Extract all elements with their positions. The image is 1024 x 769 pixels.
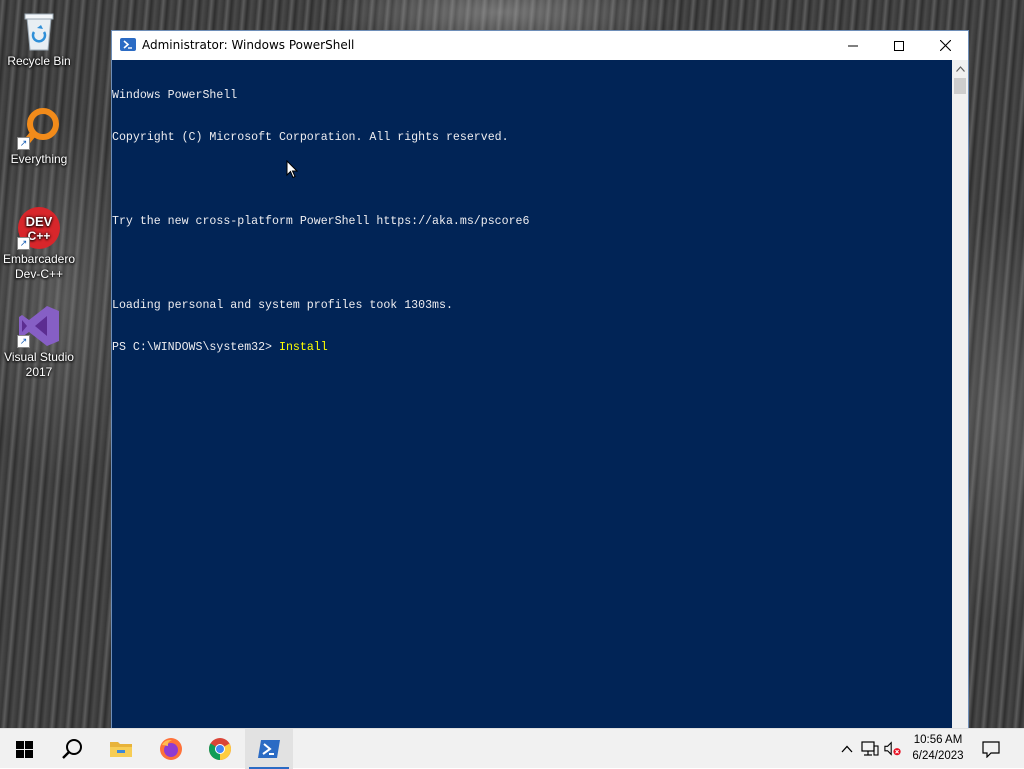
file-explorer-icon <box>110 742 132 757</box>
scroll-thumb[interactable] <box>954 78 966 94</box>
svg-text:DEV: DEV <box>26 214 53 229</box>
volume-muted-icon <box>884 741 901 756</box>
desktop-icon-label: Recycle Bin <box>7 54 71 68</box>
chevron-up-icon <box>955 65 965 72</box>
clock-time: 10:56 AM <box>913 734 963 746</box>
console-command: Install <box>278 341 328 354</box>
visual-studio-icon: ↗ <box>17 304 61 348</box>
powershell-window[interactable]: Administrator: Windows PowerShell Window… <box>111 30 969 728</box>
powershell-icon <box>120 38 136 51</box>
notification-icon <box>982 741 1000 758</box>
close-icon <box>939 40 951 51</box>
console-prompt-line[interactable]: PS C:\WINDOWS\system32> Install <box>112 341 952 355</box>
console-line: Windows PowerShell <box>112 89 238 102</box>
maximize-button[interactable] <box>876 31 922 60</box>
minimize-button[interactable] <box>830 31 876 60</box>
desktop-icon-label: Visual Studio 2017 <box>4 350 74 379</box>
file-explorer-button[interactable] <box>97 729 145 769</box>
recycle-bin-icon <box>17 8 61 52</box>
start-button[interactable] <box>0 729 48 769</box>
window-titlebar[interactable]: Administrator: Windows PowerShell <box>112 31 968 60</box>
svg-text:C++: C++ <box>28 229 51 243</box>
minimize-icon <box>848 45 858 46</box>
window-title: Administrator: Windows PowerShell <box>142 38 355 52</box>
windows-start-icon <box>15 740 33 758</box>
desktop-icon-everything[interactable]: ↗ Everything <box>2 106 76 167</box>
chrome-icon <box>209 738 231 760</box>
desktop-icon-recycle-bin[interactable]: Recycle Bin <box>2 8 76 69</box>
powershell-icon <box>258 740 280 758</box>
search-icon <box>62 739 82 759</box>
shortcut-arrow-icon: ↗ <box>17 137 30 150</box>
desktop-icon-label: Everything <box>10 152 68 166</box>
show-hidden-icons-button[interactable] <box>838 739 856 759</box>
chevron-up-icon <box>841 745 853 753</box>
console-line: Copyright (C) Microsoft Corporation. All… <box>112 131 509 144</box>
system-clock[interactable]: 10:56 AM 6/24/2023 <box>910 732 966 764</box>
close-button[interactable] <box>922 31 968 60</box>
search-button[interactable] <box>48 729 96 769</box>
action-center-button[interactable] <box>982 739 1000 759</box>
everything-search-icon: ↗ <box>17 106 61 150</box>
clock-date: 6/24/2023 <box>912 750 964 762</box>
console-prompt: PS C:\WINDOWS\system32> <box>112 341 279 354</box>
scroll-up-button[interactable] <box>952 60 968 77</box>
powershell-taskbar-button[interactable] <box>245 729 293 769</box>
firefox-button[interactable] <box>147 729 195 769</box>
desktop-icon-label: Embarcadero Dev-C++ <box>2 252 76 281</box>
taskbar: 10:56 AM 6/24/2023 <box>0 728 1024 769</box>
network-icon <box>861 741 879 756</box>
shortcut-arrow-icon: ↗ <box>17 237 30 250</box>
console-output[interactable]: Windows PowerShell Copyright (C) Microso… <box>112 60 952 728</box>
console-line: Loading personal and system profiles too… <box>112 299 453 312</box>
desktop-icon-dev-cpp[interactable]: DEV C++ ↗ Embarcadero Dev-C++ <box>2 206 76 282</box>
desktop: Recycle Bin ↗ Everything DEV C++ ↗ Embar… <box>0 0 1024 728</box>
vertical-scrollbar[interactable] <box>952 60 968 728</box>
dev-cpp-icon: DEV C++ ↗ <box>17 206 61 250</box>
console-line: Try the new cross-platform PowerShell ht… <box>112 215 530 228</box>
mouse-cursor-icon <box>286 159 299 184</box>
volume-button[interactable] <box>884 739 902 759</box>
shortcut-arrow-icon: ↗ <box>17 335 30 348</box>
firefox-icon <box>160 738 182 760</box>
network-button[interactable] <box>861 739 879 759</box>
maximize-icon <box>894 40 904 51</box>
desktop-icon-visual-studio[interactable]: ↗ Visual Studio 2017 <box>2 304 76 380</box>
chrome-button[interactable] <box>196 729 244 769</box>
